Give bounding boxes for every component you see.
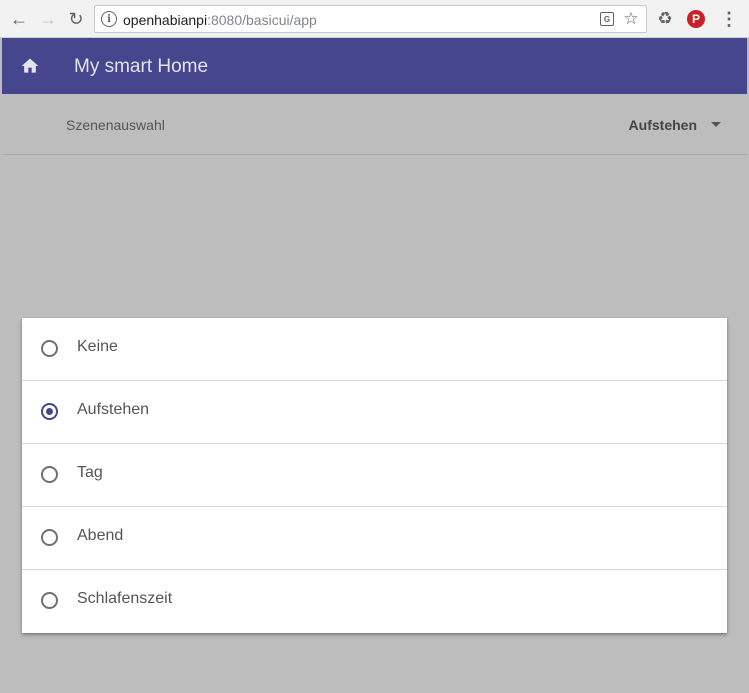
scene-selection-label: Szenenauswahl	[66, 117, 165, 133]
recycle-icon[interactable]: ♻	[654, 8, 676, 30]
reload-icon[interactable]: ↻	[64, 7, 88, 31]
back-arrow-icon[interactable]: ←	[7, 7, 31, 31]
home-icon[interactable]	[20, 56, 40, 76]
option-label: Aufstehen	[77, 401, 150, 418]
option-schlafenszeit[interactable]: Schlafenszeit	[22, 570, 727, 633]
option-label: Abend	[77, 527, 124, 544]
option-label: Keine	[77, 338, 118, 355]
translate-icon[interactable]: G	[598, 10, 616, 28]
selection-dialog: Keine Aufstehen Tag Abend Schlafenszeit	[22, 318, 727, 633]
option-label: Schlafenszeit	[77, 590, 173, 607]
page-title: My smart Home	[74, 56, 209, 77]
address-bar[interactable]: i openhabianpi:8080/basicui/app G ☆	[94, 5, 647, 33]
more-vert-icon[interactable]: ⋮	[718, 8, 740, 30]
browser-toolbar: ← → ↻ i openhabianpi:8080/basicui/app G …	[0, 0, 749, 38]
radio-button[interactable]	[41, 592, 58, 609]
option-aufstehen[interactable]: Aufstehen	[22, 381, 727, 444]
forward-arrow-icon[interactable]: →	[36, 7, 60, 31]
radio-button[interactable]	[41, 466, 58, 483]
option-abend[interactable]: Abend	[22, 507, 727, 570]
radio-button[interactable]	[41, 529, 58, 546]
scene-selection-row[interactable]: Szenenauswahl Aufstehen	[2, 94, 747, 155]
option-keine[interactable]: Keine	[22, 318, 727, 381]
radio-button-checked[interactable]	[41, 403, 58, 420]
app-header: My smart Home	[2, 38, 747, 94]
pinterest-icon[interactable]: P	[685, 8, 707, 30]
option-tag[interactable]: Tag	[22, 444, 727, 507]
option-label: Tag	[77, 464, 103, 481]
bookmark-star-icon[interactable]: ☆	[622, 9, 640, 28]
scene-selection-value[interactable]: Aufstehen	[629, 117, 697, 133]
radio-button[interactable]	[41, 340, 58, 357]
caret-down-icon[interactable]	[711, 122, 721, 127]
url-text[interactable]: openhabianpi:8080/basicui/app	[123, 12, 317, 28]
url-host: openhabianpi	[123, 12, 208, 28]
info-icon[interactable]: i	[101, 11, 117, 27]
url-path: :8080/basicui/app	[207, 12, 317, 28]
